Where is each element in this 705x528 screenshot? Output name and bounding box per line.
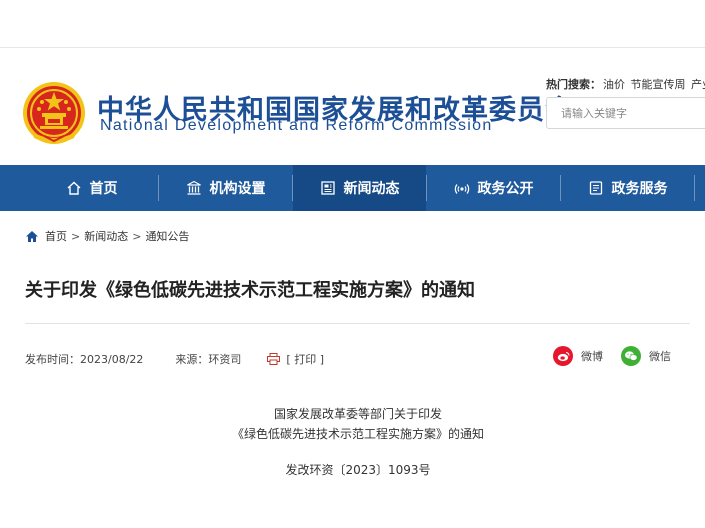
home-icon — [67, 181, 80, 195]
publish-time: 发布时间：2023/08/22 — [25, 353, 144, 366]
broadcast-icon — [454, 184, 469, 194]
document-heading-line-1: 国家发展改革委等部门关于印发 — [273, 407, 442, 421]
breadcrumb-notices[interactable]: 通知公告 — [145, 228, 189, 244]
national-emblem-icon — [23, 82, 85, 144]
search-box — [546, 97, 705, 129]
print-label: [ 打印 ] — [286, 353, 324, 366]
nav-item-services[interactable]: 政务服务 — [561, 165, 694, 211]
hot-search-label: 热门搜索： — [546, 78, 601, 91]
article-meta: 发布时间：2023/08/22 来源：环资司 [ 打印 ] — [25, 351, 324, 367]
wechat-icon — [621, 346, 641, 366]
hot-search: 热门搜索：油价 节能宣传周 产业 — [546, 76, 705, 92]
search-input[interactable] — [547, 98, 705, 128]
hot-search-item[interactable]: 节能宣传周 — [631, 78, 686, 91]
breadcrumb-news[interactable]: 新闻动态 — [84, 228, 128, 244]
nav-item-organization[interactable]: 机构设置 — [159, 165, 292, 211]
hot-search-item[interactable]: 油价 — [603, 78, 625, 91]
breadcrumb: 首页 > 新闻动态 > 通知公告 — [25, 228, 189, 244]
building-icon — [186, 180, 201, 195]
home-icon — [26, 230, 38, 242]
share-weibo-button[interactable]: 微博 — [553, 346, 603, 366]
breadcrumb-separator: > — [132, 229, 142, 243]
hot-search-item[interactable]: 产业 — [691, 78, 705, 91]
share-weibo-label: 微博 — [581, 350, 603, 363]
share-weixin-button[interactable]: 微信 — [621, 346, 671, 366]
site-subtitle: National Development and Reform Commissi… — [100, 117, 493, 134]
nav-label: 政务服务 — [611, 181, 668, 197]
printer-icon — [267, 353, 281, 365]
weibo-icon — [553, 346, 573, 366]
top-divider — [0, 47, 705, 48]
share-weixin-label: 微信 — [649, 350, 671, 363]
document-heading-line-2: 《绿色低碳先进技术示范工程实施方案》的通知 — [231, 427, 484, 441]
nav-label: 政务公开 — [477, 181, 534, 197]
nav-label: 首页 — [89, 181, 118, 197]
article-source: 来源：环资司 — [175, 353, 242, 366]
document-number: 发改环资〔2023〕1093号 — [285, 463, 431, 477]
nav-label: 机构设置 — [209, 181, 266, 197]
nav-item-home[interactable]: 首页 — [25, 165, 158, 211]
service-icon — [589, 181, 602, 195]
main-nav: 首页 机构设置 新闻动态 政务公开 政务服务 — [0, 165, 705, 211]
nav-item-news[interactable]: 新闻动态 — [293, 165, 426, 211]
nav-divider — [694, 175, 695, 201]
article-title: 关于印发《绿色低碳先进技术示范工程实施方案》的通知 — [25, 280, 475, 301]
title-divider — [25, 323, 690, 324]
nav-label: 新闻动态 — [343, 181, 400, 197]
breadcrumb-separator: > — [71, 229, 81, 243]
print-button[interactable]: [ 打印 ] — [267, 351, 324, 367]
breadcrumb-home[interactable]: 首页 — [45, 228, 67, 244]
news-icon — [320, 181, 335, 195]
nav-item-public-affairs[interactable]: 政务公开 — [427, 165, 560, 211]
